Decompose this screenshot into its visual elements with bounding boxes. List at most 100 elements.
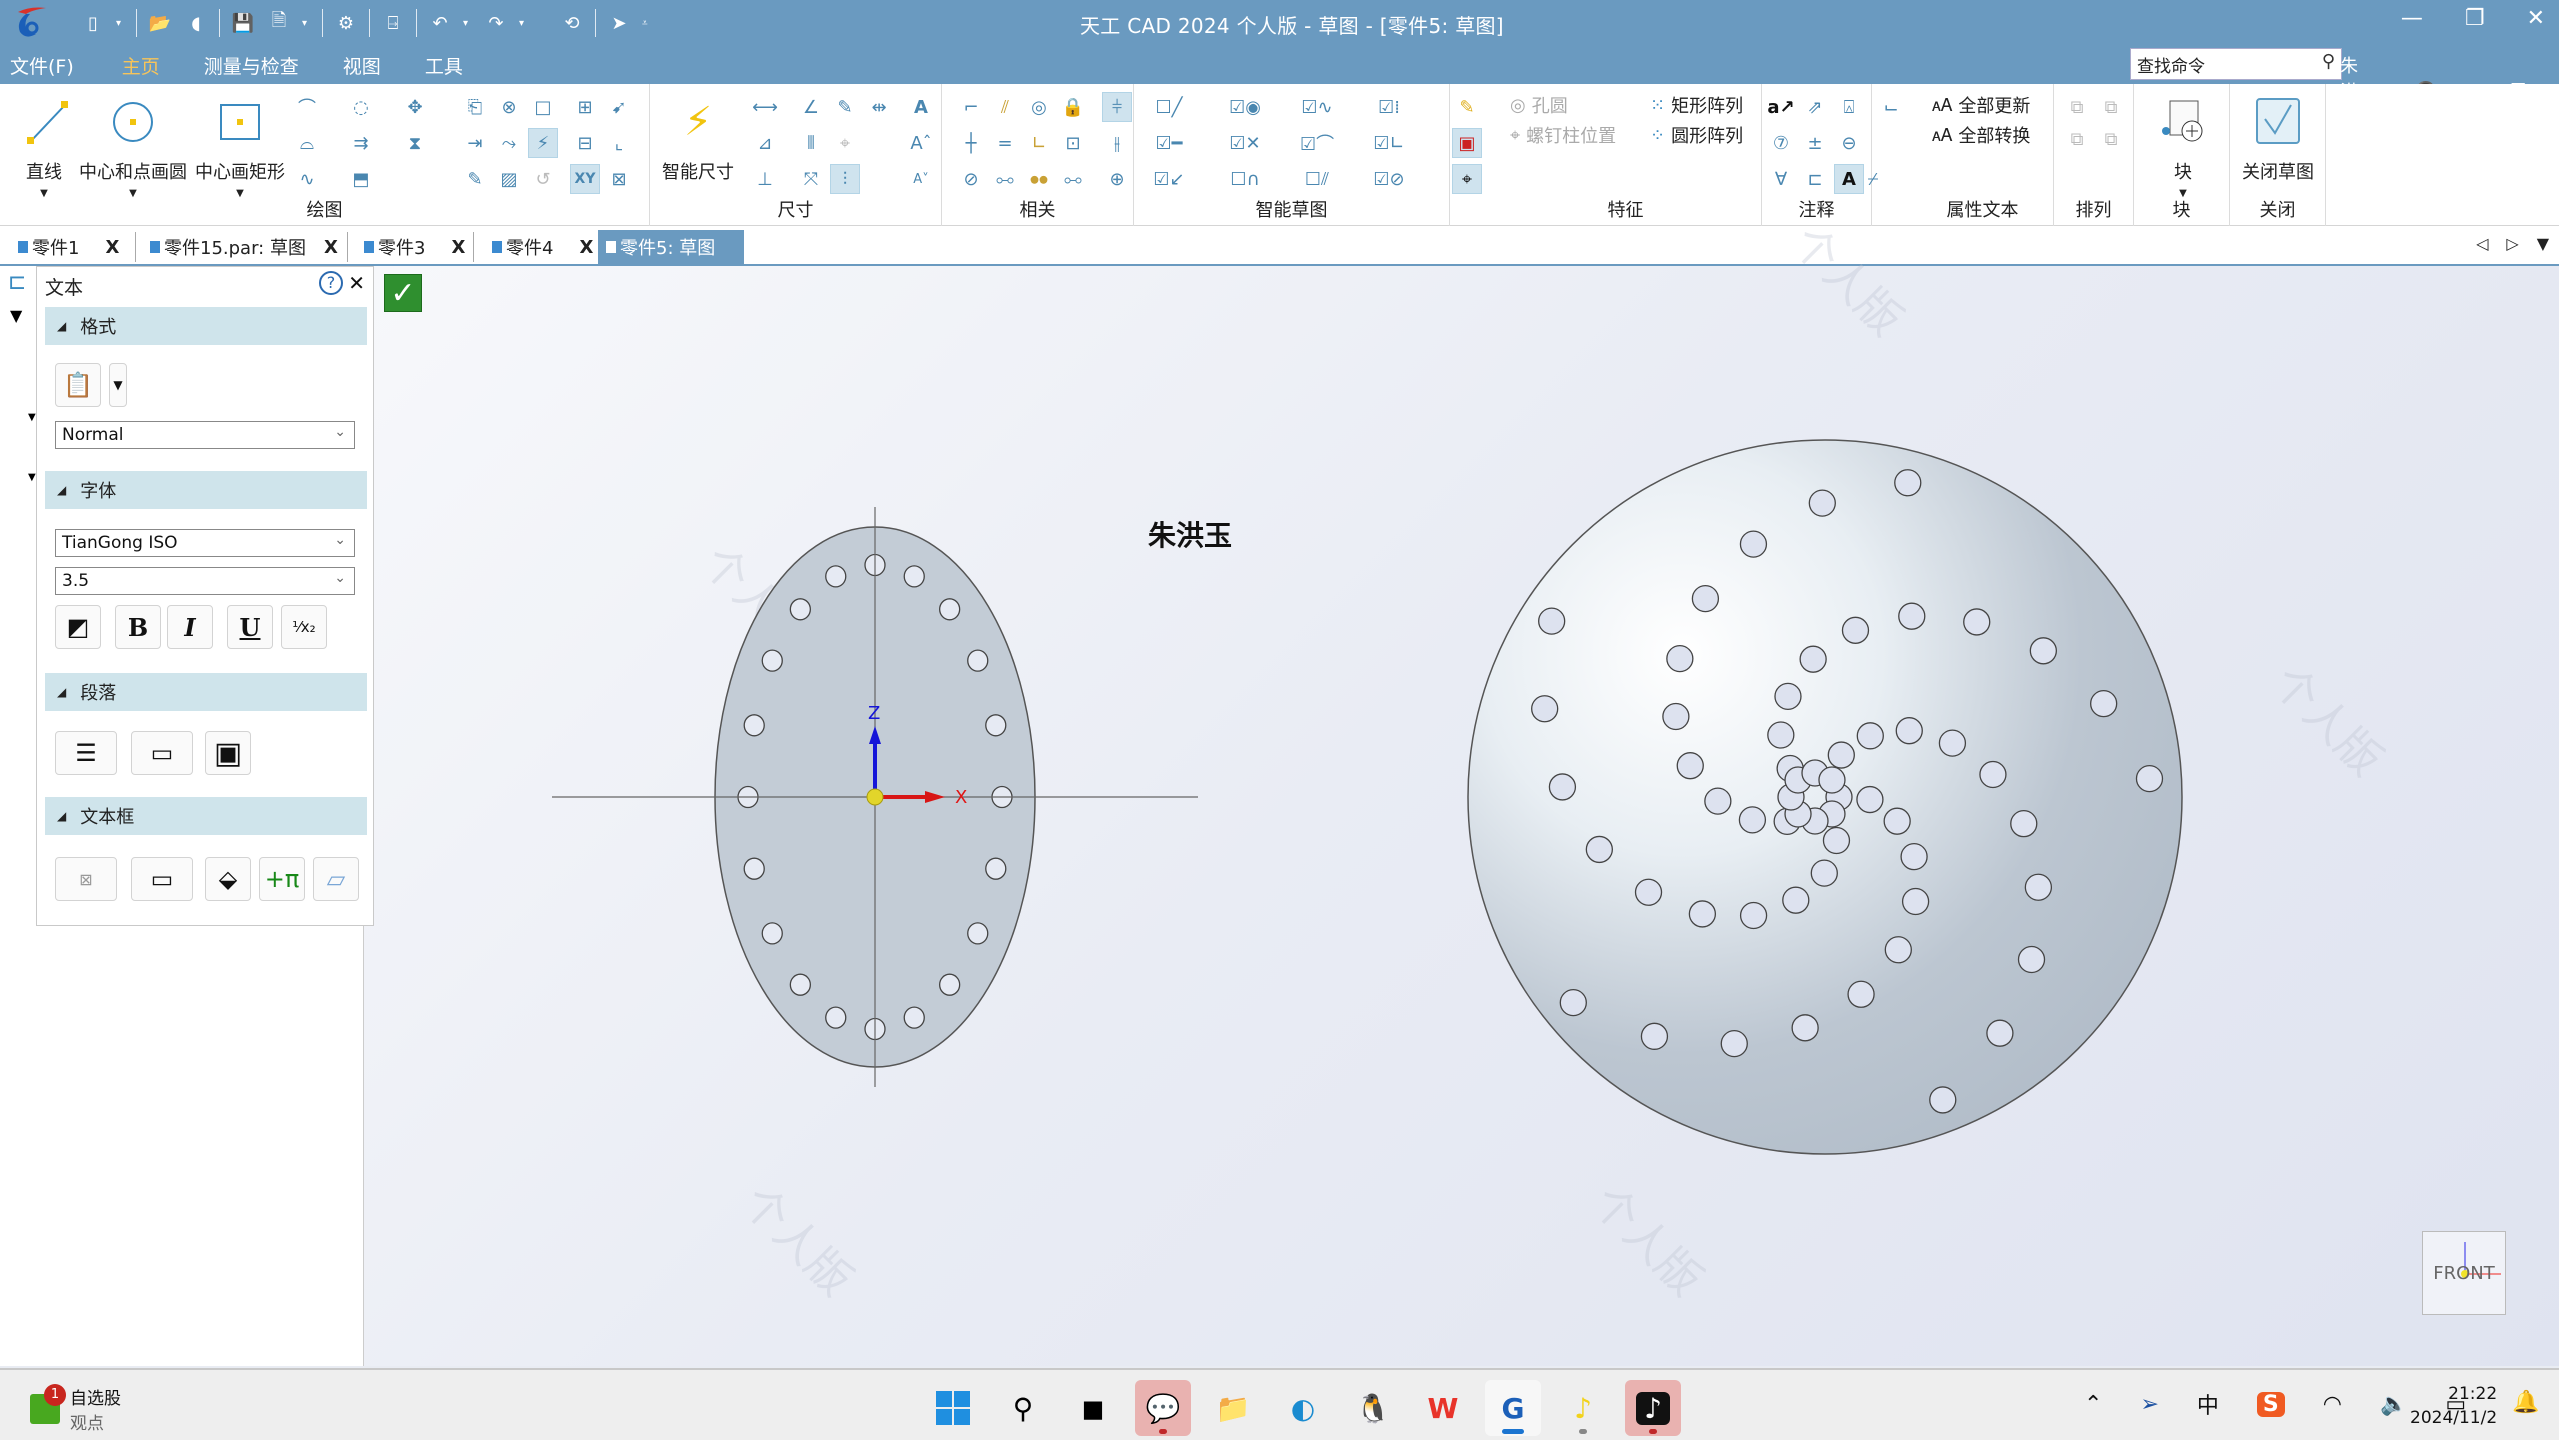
menu-home[interactable]: 主页 (107, 52, 174, 87)
file-explorer-app[interactable]: 📁 (1205, 1380, 1261, 1436)
dim-style-icon[interactable]: ⫶ (830, 164, 860, 194)
relate-icon[interactable]: ⫲ (1102, 128, 1132, 158)
undo-icon[interactable]: ↶ (427, 10, 453, 36)
perpendicular-icon[interactable]: ∟ (1024, 128, 1054, 158)
bullet-list-button[interactable]: ☰ (55, 731, 117, 775)
tab-part3[interactable]: 零件3 X (356, 230, 474, 264)
coordinate-icon[interactable]: ⌖ (830, 128, 860, 158)
wps-app[interactable]: W (1415, 1380, 1471, 1436)
connect-icon[interactable]: ⌐ (956, 92, 986, 122)
weld-icon[interactable]: ⊏ (1800, 164, 1830, 194)
close-doc-icon[interactable]: ◖ (183, 10, 209, 36)
tree-icon[interactable]: ⊏ (8, 270, 26, 295)
menu-measure[interactable]: 测量与检查 (204, 52, 343, 87)
start-button[interactable] (925, 1380, 981, 1436)
tab-part1[interactable]: 零件1 X (10, 230, 136, 264)
location-icon[interactable]: ➢ (2140, 1392, 2158, 1417)
grid-icon[interactable]: ⊞ (570, 92, 600, 122)
menu-view[interactable]: 视图 (343, 52, 425, 87)
underline-button[interactable]: U (227, 605, 273, 649)
text-style-dropdown[interactable]: ▼ (109, 363, 127, 407)
save-icon[interactable]: 💾 (230, 10, 256, 36)
text-color-button[interactable]: ◩ (55, 605, 101, 649)
text-style-button[interactable]: 📋 (55, 363, 101, 407)
symmetric-icon[interactable]: ⫴ (796, 128, 826, 158)
leader-icon[interactable]: ⇗ (1800, 92, 1830, 122)
surface-texture-icon[interactable]: ∀ (1766, 164, 1796, 194)
tangent-icon[interactable]: ⊘ (956, 164, 986, 194)
trim-icon[interactable]: ⊗ (494, 92, 524, 122)
accept-check-button[interactable]: ✓ (384, 274, 422, 312)
redo-dropdown[interactable]: ▾ (519, 18, 529, 29)
offset-icon[interactable]: ⇉ (346, 128, 376, 158)
smart-trim-icon[interactable]: ⚡ (528, 128, 558, 158)
coordinate-dim-icon[interactable]: ⊥ (750, 164, 780, 194)
view-cube[interactable]: FRONT (2422, 1231, 2506, 1315)
parallel-icon[interactable]: ⫽ (990, 92, 1020, 122)
mirror-icon[interactable]: ⧗ (400, 128, 430, 158)
callout-icon[interactable]: ⍓ (1834, 92, 1864, 122)
qq-music-app[interactable]: ♪ (1555, 1380, 1611, 1436)
save-dropdown[interactable]: ▾ (302, 18, 312, 29)
update-all-button[interactable]: 🗚 全部更新 (1932, 92, 2030, 118)
sketch-view-icon[interactable]: ▣ (1452, 128, 1482, 158)
close-sketch-button[interactable]: 关闭草图 (2234, 92, 2322, 184)
edit-grid-icon[interactable]: ⊠ (604, 164, 634, 194)
chain-dim-icon[interactable]: ⤧ (796, 164, 826, 194)
edit-dim-icon[interactable]: ✎ (830, 92, 860, 122)
leader-text-icon[interactable]: a↗ (1766, 92, 1796, 122)
stock-widget[interactable]: 1 自选股 观点 (30, 1384, 121, 1434)
tiangong-cad-app[interactable]: G (1485, 1380, 1541, 1436)
dim-relate-icon[interactable]: ⊕ (1102, 164, 1132, 194)
tab-close-icon[interactable]: X (451, 237, 465, 258)
tab-close-icon[interactable]: X (579, 237, 593, 258)
block-button[interactable]: 块 ▼ (2148, 92, 2218, 199)
qq-app[interactable]: 🐧 (1345, 1380, 1401, 1436)
italic-button[interactable]: I (167, 605, 213, 649)
command-search-input[interactable]: 查找命令 ⚲ (2130, 48, 2342, 80)
bring-front-icon[interactable]: ⧉ (2062, 92, 2092, 122)
smart-dimension-button[interactable]: ⚡ 智能尺寸 (658, 92, 738, 184)
search-button[interactable]: ⚲ (995, 1380, 1051, 1436)
equal-icon[interactable]: = (990, 128, 1020, 158)
fill-color-button[interactable]: ⬙ (205, 857, 251, 901)
intellisketch-tangent-checkbox[interactable]: ☑⌒ (1300, 128, 1334, 158)
font-select[interactable]: TianGong ISO ⌄ (55, 529, 355, 557)
tab-prev-icon[interactable]: ◁ (2476, 234, 2488, 253)
edge-app[interactable]: ◐ (1275, 1380, 1331, 1436)
save-as-icon[interactable]: 🗎 (266, 10, 292, 36)
help-icon[interactable]: ? (319, 271, 343, 295)
wechat-app[interactable]: 💬 (1135, 1380, 1191, 1436)
convert-all-button[interactable]: 🗚 全部转换 (1932, 122, 2030, 148)
square-icon[interactable]: □ (528, 92, 558, 122)
intellisketch-midpoint-checkbox[interactable]: ☑━ (1154, 128, 1184, 158)
undo-dropdown[interactable]: ▾ (463, 18, 473, 29)
new-icon[interactable]: ▯ (80, 10, 106, 36)
tab-part15-sketch[interactable]: 零件15.par: 草图 X (142, 230, 348, 264)
symmetric-relate-icon[interactable]: ⧟ (990, 164, 1020, 194)
relate-lock-icon[interactable]: ⫩ (1102, 92, 1132, 122)
style-select[interactable]: Normal ⌄ (55, 421, 355, 449)
intellisketch-perp-checkbox[interactable]: ☑∟ (1373, 128, 1404, 158)
connector-icon[interactable]: ⌙ (1876, 92, 1906, 122)
intellisketch-curve-checkbox[interactable]: ☑∿ (1301, 92, 1332, 122)
intellisketch-parallel-checkbox[interactable]: ☐⫽ (1302, 164, 1332, 194)
tab-part5-sketch[interactable]: 零件5: 草图 (598, 230, 744, 264)
dim-x-icon[interactable]: ⇹ (864, 92, 894, 122)
tab-close-icon[interactable]: X (324, 237, 338, 258)
intellisketch-point-checkbox[interactable]: ☑↙ (1153, 164, 1184, 194)
screw-boss-button[interactable]: ⌖ 螺钉柱位置 (1510, 122, 1616, 148)
intellisketch-vertical-checkbox[interactable]: ☑⁞ (1374, 92, 1404, 122)
settings-icon[interactable]: ⚙ (333, 10, 359, 36)
intellisketch-tangent2-checkbox[interactable]: ☑⊘ (1373, 164, 1404, 194)
tab-list-icon[interactable]: ▼ (2537, 234, 2549, 253)
textbox-margin-button[interactable]: ▭ (131, 857, 193, 901)
notification-bell-icon[interactable]: 🔔 (2512, 1390, 2539, 1415)
exit-icon[interactable]: ⍈ (380, 10, 406, 36)
new-dropdown[interactable]: ▾ (116, 18, 126, 29)
text-a-icon[interactable]: A (906, 92, 936, 122)
clock[interactable]: 21:22 2024/11/2 (2410, 1382, 2497, 1430)
close-button[interactable]: ✕ (2527, 6, 2545, 31)
section-font[interactable]: ◢ 字体 (45, 471, 367, 509)
sketch-options-icon[interactable]: ✎ (1452, 92, 1482, 122)
